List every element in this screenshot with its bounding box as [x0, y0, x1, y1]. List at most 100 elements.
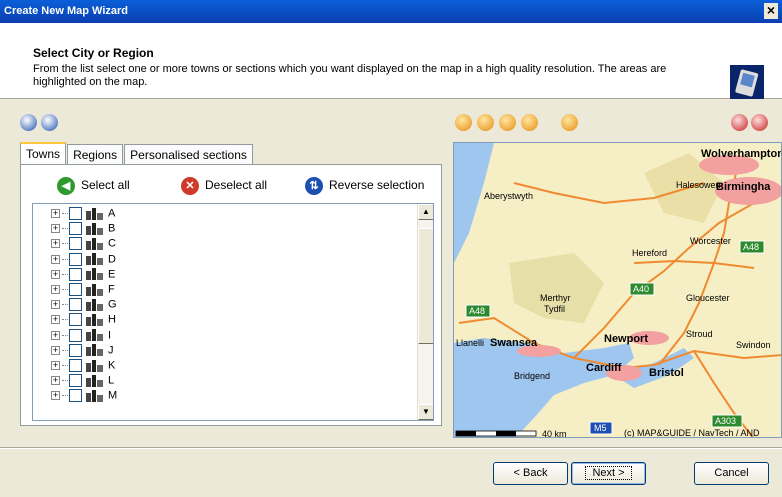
tab-towns[interactable]: Towns — [20, 142, 67, 164]
zoom-out-icon[interactable] — [477, 114, 495, 131]
back-button[interactable]: < Back — [493, 462, 568, 485]
town-checkbox[interactable] — [69, 343, 82, 357]
label-merthyr: Merthyr — [540, 293, 571, 303]
expand-plus-icon[interactable]: + — [51, 209, 60, 218]
label-aberystwyth: Aberystwyth — [484, 191, 533, 201]
close-icon[interactable]: × — [764, 3, 778, 19]
town-tree[interactable]: + A + B + C + D + E + F + G + H + I + J + K + L + M ▲ ▼ — [32, 203, 434, 421]
shield-a40: A40 — [633, 284, 649, 294]
tree-item[interactable]: + F — [51, 283, 115, 298]
arrow-left-icon: ◀ — [57, 177, 75, 195]
zoom-in-icon[interactable] — [455, 114, 472, 131]
tree-item[interactable]: + C — [51, 237, 116, 252]
tree-item[interactable]: + I — [51, 328, 111, 344]
tree-connector — [62, 365, 68, 366]
expand-plus-icon[interactable]: + — [51, 330, 60, 340]
tree-item[interactable]: + L — [51, 374, 114, 389]
select-all-button[interactable]: ◀ Select all — [57, 177, 130, 195]
save-disk-icon[interactable] — [41, 114, 59, 131]
file-toolbar — [20, 114, 59, 131]
tree-item[interactable]: + J — [51, 343, 114, 359]
expand-plus-icon[interactable]: + — [51, 315, 60, 325]
buildings-icon — [86, 207, 103, 220]
undo-zoom-icon[interactable] — [521, 114, 539, 131]
tree-connector — [62, 380, 68, 382]
tree-connector — [62, 289, 68, 290]
town-checkbox[interactable] — [69, 374, 82, 388]
buildings-icon — [86, 298, 103, 311]
next-button[interactable]: Next > — [571, 462, 646, 485]
expand-plus-icon[interactable]: + — [51, 376, 60, 386]
tree-item[interactable]: + K — [51, 359, 115, 374]
map-view[interactable]: Wolverhampton Birmingha Aberystwyth Hale… — [453, 142, 782, 438]
buildings-icon — [86, 237, 103, 250]
town-checkbox[interactable] — [69, 313, 82, 327]
tree-connector — [62, 213, 68, 214]
town-checkbox[interactable] — [69, 207, 82, 220]
tree-item[interactable]: + M — [51, 389, 117, 404]
vertical-scrollbar[interactable]: ▲ ▼ — [417, 204, 433, 420]
deselect-all-button[interactable]: ✕ Deselect all — [181, 177, 267, 195]
window-title: Create New Map Wizard — [4, 5, 128, 17]
tree-item[interactable]: + G — [51, 298, 117, 313]
town-checkbox[interactable] — [69, 222, 82, 236]
map-canvas[interactable]: Wolverhampton Birmingha Aberystwyth Hale… — [454, 143, 782, 438]
pda-device-icon — [730, 65, 764, 99]
tree-item[interactable]: + H — [51, 313, 116, 328]
tree-connector — [62, 349, 68, 351]
zoom-area-icon[interactable] — [499, 114, 517, 131]
tab-personalised-sections[interactable]: Personalised sections — [124, 144, 253, 164]
label-swansea: Swansea — [490, 337, 538, 349]
buildings-icon — [86, 329, 103, 342]
tree-item[interactable]: + E — [51, 267, 115, 283]
tree-item-label: B — [108, 222, 116, 235]
expand-plus-icon[interactable]: + — [51, 391, 60, 401]
town-checkbox[interactable] — [69, 389, 82, 403]
buildings-icon — [86, 268, 103, 281]
buildings-icon — [86, 344, 103, 357]
town-checkbox[interactable] — [69, 267, 82, 281]
scroll-thumb[interactable] — [418, 228, 433, 344]
expand-plus-icon[interactable]: + — [51, 224, 60, 234]
buildings-icon — [86, 283, 103, 296]
label-bristol: Bristol — [649, 367, 684, 379]
tree-item[interactable]: + D — [51, 252, 116, 268]
tree-item[interactable]: + A — [51, 207, 115, 222]
view-icon[interactable] — [731, 114, 748, 131]
expand-plus-icon[interactable]: + — [51, 345, 60, 355]
town-checkbox[interactable] — [69, 283, 82, 296]
town-checkbox[interactable] — [69, 237, 82, 251]
page-title: Select City or Region — [33, 46, 154, 60]
map-copyright: (c) MAP&GUIDE / NavTech / AND — [624, 428, 760, 438]
expand-plus-icon[interactable]: + — [51, 285, 60, 294]
pan-hand-icon[interactable] — [561, 114, 579, 131]
tree-connector — [62, 228, 68, 230]
tree-item-label: C — [108, 237, 116, 250]
town-checkbox[interactable] — [69, 298, 82, 312]
expand-plus-icon[interactable]: + — [51, 269, 60, 279]
scale-label: 40 km — [542, 429, 567, 438]
town-checkbox[interactable] — [69, 328, 82, 342]
wizard-header: Select City or Region From the list sele… — [0, 23, 782, 99]
tree-connector — [62, 243, 68, 245]
reverse-icon: ⇅ — [305, 177, 323, 195]
label-swindon: Swindon — [736, 340, 771, 350]
scroll-up-icon[interactable]: ▲ — [418, 204, 433, 220]
cancel-button[interactable]: Cancel — [694, 462, 769, 485]
shield-a48-west: A48 — [469, 306, 485, 316]
scroll-down-icon[interactable]: ▼ — [418, 404, 433, 420]
reverse-selection-button[interactable]: ⇅ Reverse selection — [305, 177, 424, 195]
expand-plus-icon[interactable]: + — [51, 361, 60, 370]
label-birmingham: Birmingha — [716, 181, 771, 193]
label-gloucester: Gloucester — [686, 293, 730, 303]
expand-plus-icon[interactable]: + — [51, 239, 60, 249]
new-document-icon[interactable] — [20, 114, 37, 131]
buildings-icon — [86, 313, 103, 326]
town-checkbox[interactable] — [69, 252, 82, 266]
expand-plus-icon[interactable]: + — [51, 254, 60, 264]
tab-regions[interactable]: Regions — [67, 144, 124, 164]
hide-view-icon[interactable] — [751, 114, 768, 131]
town-checkbox[interactable] — [69, 359, 82, 372]
tree-item[interactable]: + B — [51, 222, 115, 237]
expand-plus-icon[interactable]: + — [51, 300, 60, 310]
